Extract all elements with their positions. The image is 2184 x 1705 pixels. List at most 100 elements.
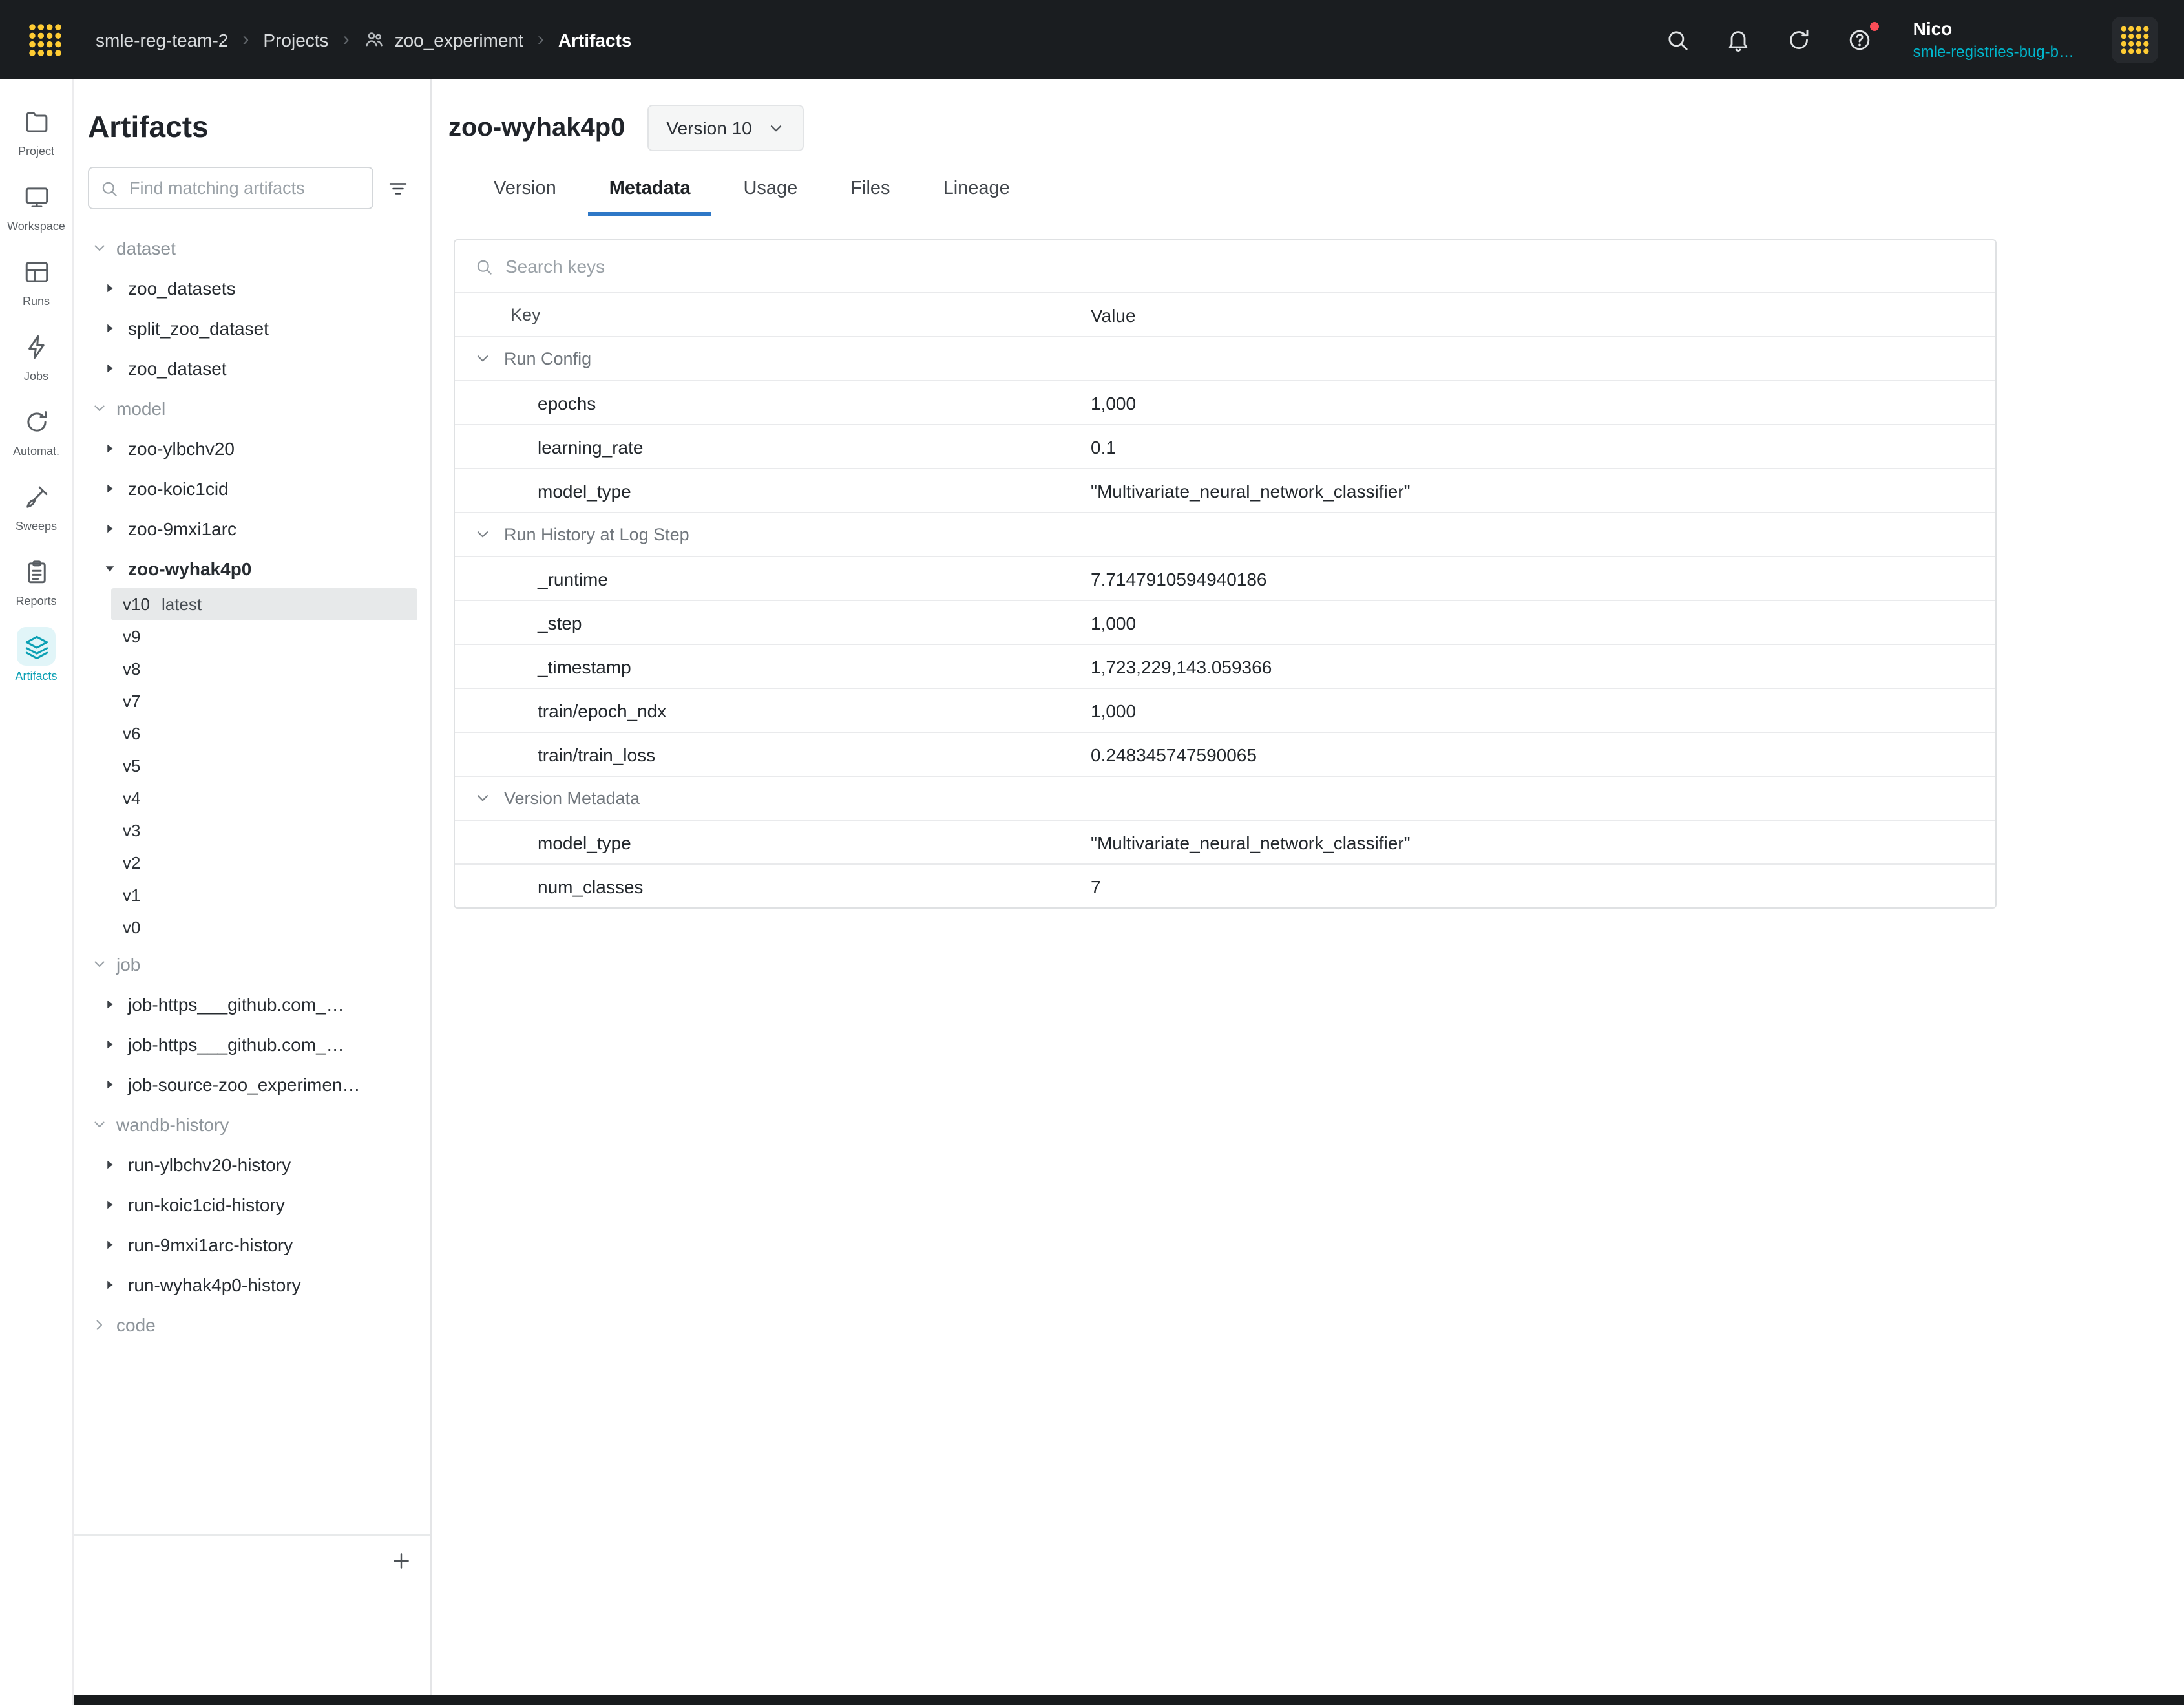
tree-artifact-zoo-dataset[interactable]: zoo_dataset [88,348,417,388]
refresh-icon[interactable] [1787,26,1812,52]
triangle-right-icon [103,522,116,535]
tree-version-v2[interactable]: v2 [111,847,417,879]
tree-artifact-zoo-datasets[interactable]: zoo_datasets [88,268,417,308]
tree-item-label: model [116,397,165,418]
version-dropdown[interactable]: Version 10 [647,105,803,151]
tree-artifact-run-9mxi1arc-history[interactable]: run-9mxi1arc-history [88,1224,417,1264]
tab-lineage[interactable]: Lineage [923,165,1031,216]
tree-artifact-zoo-9mxi1arc[interactable]: zoo-9mxi1arc [88,508,417,548]
triangle-right-icon [103,281,116,294]
tree-artifact-zoo-ylbchv20[interactable]: zoo-ylbchv20 [88,428,417,468]
tree-version-v5[interactable]: v5 [111,750,417,782]
artifacts-sidebar: Artifacts datasetzoo_datasetssplit_zoo_d… [74,79,432,1695]
tree-version-v8[interactable]: v8 [111,653,417,685]
column-header-key: Key [455,305,1091,324]
sidebar-item-automat[interactable]: Automat. [0,392,72,467]
rail-icon-wrap [17,327,56,366]
user-team-link[interactable]: smle-registries-bug-b… [1913,41,2074,62]
tree-artifact-split-zoo-dataset[interactable]: split_zoo_dataset [88,308,417,348]
metadata-value: 1,000 [1091,612,1995,633]
tab-usage[interactable]: Usage [722,165,818,216]
artifact-search-input[interactable] [88,167,373,209]
tree-section-wandb-history[interactable]: wandb-history [88,1104,417,1144]
sidebar-item-runs[interactable]: Runs [0,242,72,317]
rail-icon-wrap [17,627,56,666]
tab-files[interactable]: Files [830,165,910,216]
tree-version-v3[interactable]: v3 [111,814,417,847]
tree-item-label: wandb-history [116,1114,229,1134]
tree-artifact-run-koic1cid-history[interactable]: run-koic1cid-history [88,1184,417,1224]
section-name: Run Config [504,349,591,368]
tree-version-v0[interactable]: v0 [111,911,417,944]
rail-icon-wrap [17,102,56,141]
tree-version-v1[interactable]: v1 [111,879,417,911]
rail-item-label: Jobs [24,370,48,383]
metadata-section-run-history-at-log-step[interactable]: Run History at Log Step [455,512,1995,556]
version-tag: latest [162,595,202,614]
triangle-right-icon [103,1158,116,1170]
tree-artifact-job-https-github-com[interactable]: job-https___github.com_… [88,1024,417,1064]
tree-section-job[interactable]: job [88,944,417,984]
add-artifact-button[interactable] [384,1544,417,1578]
tree-version-v9[interactable]: v9 [111,620,417,653]
metadata-section-version-metadata[interactable]: Version Metadata [455,776,1995,820]
tree-section-model[interactable]: model [88,388,417,428]
workspace-icon [23,183,50,210]
metadata-value: 7.7147910594940186 [1091,568,1995,589]
metadata-key: _timestamp [455,656,1091,677]
sidebar-item-artifacts[interactable]: Artifacts [0,617,72,692]
chevron-down-icon [474,790,491,807]
breadcrumb-item-zoo-experiment[interactable]: zoo_experiment [364,28,523,50]
metadata-key: model_type [455,480,1091,501]
triangle-right-icon [103,997,116,1010]
sidebar-item-project[interactable]: Project [0,92,72,167]
metadata-row-train-epoch-ndx: train/epoch_ndx1,000 [455,688,1995,732]
metadata-search-input[interactable] [505,240,1995,292]
breadcrumb-label: Artifacts [558,29,632,50]
tree-version-v10[interactable]: v10latest [111,588,417,620]
tree-artifact-run-wyhak4p0-history[interactable]: run-wyhak4p0-history [88,1264,417,1304]
chevron-down-icon [474,526,491,543]
navbar-actions: Nico smle-registries-bug-b… [1665,16,2158,63]
metadata-section-run-config[interactable]: Run Config [455,336,1995,380]
user-menu[interactable]: Nico smle-registries-bug-b… [1913,17,2074,62]
filter-button[interactable] [379,169,417,207]
sidebar-item-sweeps[interactable]: Sweeps [0,467,72,542]
metadata-row-num-classes: num_classes7 [455,863,1995,907]
help-icon[interactable] [1847,26,1873,52]
tree-version-v6[interactable]: v6 [111,717,417,750]
sidebar-item-reports[interactable]: Reports [0,542,72,617]
tree-artifact-zoo-wyhak4p0[interactable]: zoo-wyhak4p0 [88,548,417,588]
tree-artifact-run-ylbchv20-history[interactable]: run-ylbchv20-history [88,1144,417,1184]
breadcrumb-item-smle-reg-team-2[interactable]: smle-reg-team-2 [96,29,228,50]
tab-label: Lineage [943,178,1010,199]
breadcrumb-item-projects[interactable]: Projects [263,29,328,50]
metadata-row-model-type: model_type"Multivariate_neural_network_c… [455,820,1995,863]
tab-metadata[interactable]: Metadata [589,165,711,216]
tree-section-dataset[interactable]: dataset [88,228,417,268]
tree-artifact-zoo-koic1cid[interactable]: zoo-koic1cid [88,468,417,508]
sidebar-item-workspace[interactable]: Workspace [0,167,72,242]
metadata-key: _step [455,612,1091,633]
bell-icon[interactable] [1726,26,1752,52]
tree-version-v4[interactable]: v4 [111,782,417,814]
rail-item-label: Automat. [13,445,59,458]
artifact-tabs: VersionMetadataUsageFiles Lineage [473,165,2184,216]
sidebar-item-jobs[interactable]: Jobs [0,317,72,392]
wandb-logo-icon[interactable] [26,20,65,59]
user-avatar[interactable] [2112,16,2158,63]
tree-item-label: job-https___github.com_… [128,993,344,1014]
tree-version-v7[interactable]: v7 [111,685,417,717]
sidebar-bottom-bar [74,1534,430,1586]
breadcrumb-item-artifacts[interactable]: Artifacts [558,29,632,50]
section-key-cell: Run Config [455,349,1091,368]
tree-section-code[interactable]: code [88,1304,417,1344]
tab-version[interactable]: Version [473,165,577,216]
metadata-key: train/epoch_ndx [455,700,1091,721]
metadata-value: 0.248345747590065 [1091,744,1995,765]
search-icon[interactable] [1665,26,1691,52]
tree-artifact-job-source-zoo-experimen[interactable]: job-source-zoo_experimen… [88,1064,417,1104]
metadata-value: 0.1 [1091,436,1995,457]
main-content: zoo-wyhak4p0 Version 10 VersionMetadataU… [432,79,2184,1695]
tree-artifact-job-https-github-com[interactable]: job-https___github.com_… [88,984,417,1024]
